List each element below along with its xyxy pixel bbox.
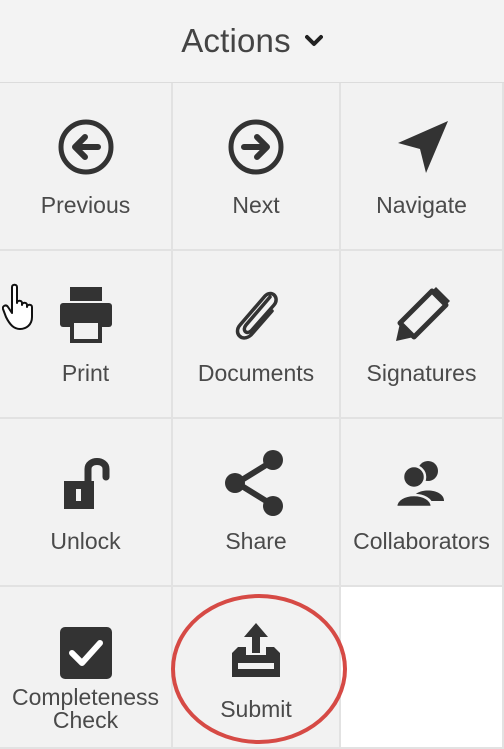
signatures-label: Signatures: [366, 360, 477, 386]
empty-cell: [341, 587, 504, 749]
actions-dropdown-header[interactable]: Actions: [0, 0, 504, 83]
printer-icon: [46, 275, 126, 355]
chevron-down-icon: [304, 34, 323, 53]
collaborators-label: Collaborators: [353, 528, 490, 554]
completeness-check-label: Completeness Check: [11, 684, 160, 733]
unlock-label: Unlock: [50, 528, 121, 554]
users-icon: [382, 443, 462, 523]
documents-button[interactable]: Documents: [173, 251, 341, 419]
hand-cursor-icon: [1, 283, 38, 331]
collaborators-button[interactable]: Collaborators: [341, 419, 504, 587]
actions-title: Actions: [181, 22, 291, 59]
navigate-button[interactable]: Navigate: [341, 83, 504, 251]
unlock-icon: [46, 443, 126, 523]
previous-button[interactable]: Previous: [0, 83, 173, 251]
actions-grid: Previous Next Navigate Print Documents S…: [0, 83, 504, 749]
upload-tray-icon: [216, 611, 296, 691]
share-button[interactable]: Share: [173, 419, 341, 587]
navigate-label: Navigate: [376, 192, 467, 218]
signatures-button[interactable]: Signatures: [341, 251, 504, 419]
previous-label: Previous: [40, 192, 131, 218]
paperclip-icon: [216, 275, 296, 355]
arrow-right-circle-icon: [216, 107, 296, 187]
submit-label: Submit: [220, 696, 292, 722]
print-button[interactable]: Print: [0, 251, 173, 419]
next-label: Next: [232, 192, 280, 218]
submit-button[interactable]: Submit: [173, 587, 341, 749]
pencil-icon: [382, 275, 462, 355]
arrow-left-circle-icon: [46, 107, 126, 187]
completeness-check-button[interactable]: Completeness Check: [0, 587, 173, 749]
actions-panel: Actions Previous Next Navigate Print Doc…: [0, 0, 504, 749]
next-button[interactable]: Next: [173, 83, 341, 251]
checkbox-icon: [46, 611, 126, 691]
unlock-button[interactable]: Unlock: [0, 419, 173, 587]
documents-label: Documents: [197, 360, 315, 386]
share-icon: [216, 443, 296, 523]
print-label: Print: [61, 360, 110, 386]
navigation-arrow-icon: [382, 107, 462, 187]
share-label: Share: [225, 528, 287, 554]
